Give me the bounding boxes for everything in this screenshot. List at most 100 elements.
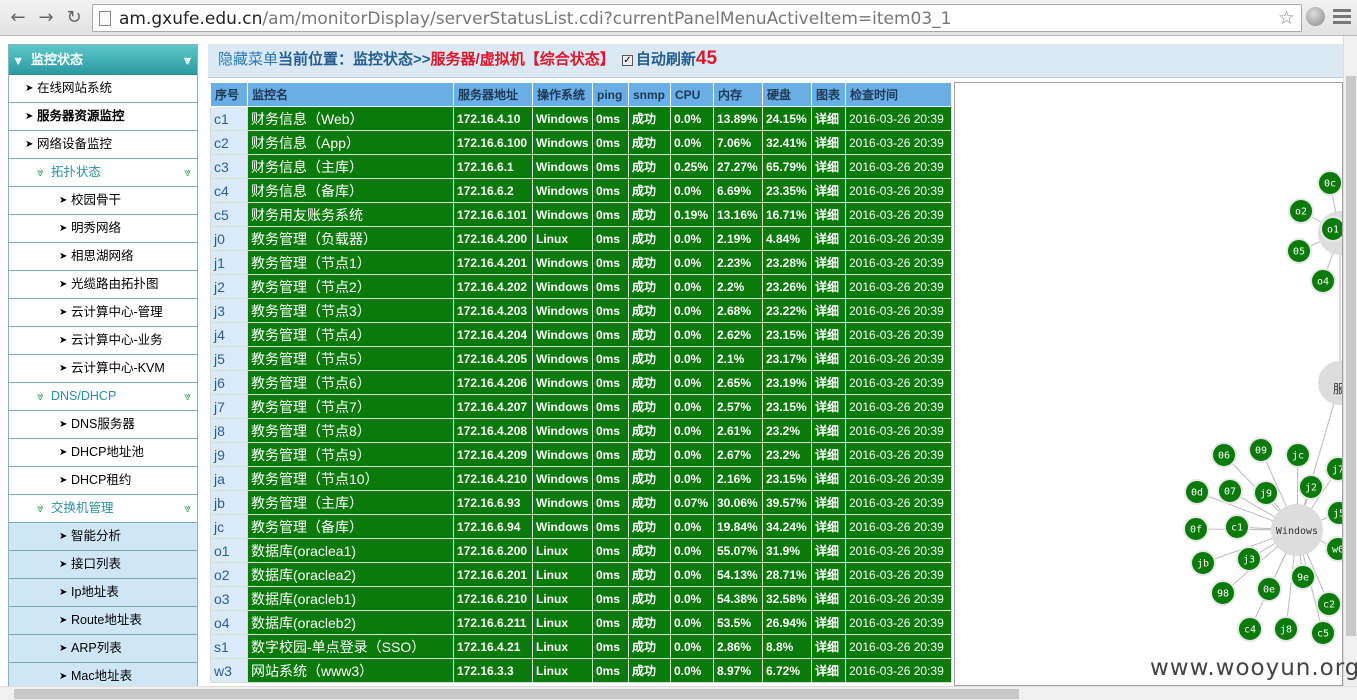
topology-node[interactable]: o2 <box>1288 198 1314 224</box>
topology-node[interactable]: j7 <box>1325 456 1343 482</box>
topology-node[interactable]: 05 <box>1286 238 1312 264</box>
address-bar[interactable]: am.gxufe.edu.cn/am/monitorDisplay/server… <box>92 4 1302 32</box>
sidebar-item[interactable]: ➤ 光缆路由拓扑图 <box>9 271 197 299</box>
vertical-scroll-thumb[interactable] <box>1346 76 1356 636</box>
topology-node[interactable]: j5 <box>1326 500 1343 526</box>
detail-link[interactable]: 详细 <box>811 298 846 323</box>
detail-link[interactable]: 详细 <box>811 106 846 131</box>
table-row[interactable]: c2 财务信息（App） 172.16.6.100 Windows 0ms 成功 0.0% 7… <box>210 130 952 155</box>
topology-node[interactable]: j3 <box>1236 546 1262 572</box>
table-row[interactable]: c4 财务信息（备库） 172.16.6.2 Windows 0ms 成功 0.0% 6.69… <box>210 178 952 203</box>
sidebar-item[interactable]: ➤ 云计算中心-业务 <box>9 327 197 355</box>
table-row[interactable]: jb 教务管理（主库） 172.16.6.93 Windows 0ms 成功 0.07% 30… <box>210 490 952 515</box>
topology-node[interactable]: c2 <box>1316 591 1342 617</box>
sidebar-item[interactable]: ➤ ARP列表 <box>9 635 197 663</box>
topology-node[interactable]: 0e <box>1256 576 1282 602</box>
sidebar-item[interactable]: ➤ DHCP地址池 <box>9 439 197 467</box>
url-text[interactable]: am.gxufe.edu.cn/am/monitorDisplay/server… <box>119 9 951 29</box>
sidebar-item[interactable]: ➤ DNS服务器 <box>9 411 197 439</box>
sidebar-group[interactable]: ⩔ DNS/DHCP ⩔ <box>9 383 197 411</box>
table-row[interactable]: c5 财务用友账务系统 172.16.6.101 Windows 0ms 成功 0.19% 1… <box>210 202 952 227</box>
topology-node[interactable]: j9 <box>1253 480 1279 506</box>
double-chevron-down-icon[interactable]: ⩔ <box>184 495 191 522</box>
forward-icon[interactable]: → <box>34 6 58 30</box>
table-row[interactable]: j7 教务管理（节点7） 172.16.4.207 Windows 0ms 成功 0.0% 2… <box>210 394 952 419</box>
topology-node[interactable]: jb <box>1190 550 1216 576</box>
detail-link[interactable]: 详细 <box>811 322 846 347</box>
topology-node[interactable]: o4 <box>1310 268 1336 294</box>
double-chevron-down-icon[interactable]: ⩔ <box>184 159 191 186</box>
topology-panel[interactable]: 服务 Windows 0c o1 05 o4 o2 06 09 jc j7 0d 07 j9 j2 0f c1 j… <box>954 82 1343 686</box>
table-row[interactable]: j2 教务管理（节点2） 172.16.4.202 Windows 0ms 成功 0.0% 2… <box>210 274 952 299</box>
double-chevron-down-icon[interactable]: ⩔ <box>184 45 191 75</box>
detail-link[interactable]: 详细 <box>811 274 846 299</box>
topology-node[interactable]: o1 <box>1320 216 1343 242</box>
menu-icon[interactable] <box>1333 9 1351 27</box>
topology-node[interactable]: w6 <box>1325 536 1343 562</box>
sidebar-item[interactable]: ➤ 明秀网络 <box>9 215 197 243</box>
detail-link[interactable]: 详细 <box>811 226 846 251</box>
table-row[interactable]: j1 教务管理（节点1） 172.16.4.201 Windows 0ms 成功 0.0% 2… <box>210 250 952 275</box>
table-row[interactable]: o3 数据库(oracleb1) 172.16.6.210 Linux 0ms 成功 0.0… <box>210 586 952 611</box>
sidebar-item[interactable]: ➤ 接口列表 <box>9 551 197 579</box>
table-row[interactable]: j0 教务管理（负载器） 172.16.4.200 Linux 0ms 成功 0.0% 2.1… <box>210 226 952 251</box>
detail-link[interactable]: 详细 <box>811 538 846 563</box>
table-row[interactable]: j3 教务管理（节点3） 172.16.4.203 Windows 0ms 成功 0.0% 2… <box>210 298 952 323</box>
table-row[interactable]: w3 网站系统（www3） 172.16.3.3 Linux 0ms 成功 0.0% 8.97… <box>210 658 952 683</box>
topology-node[interactable]: c4 <box>1237 616 1263 642</box>
table-row[interactable]: c1 财务信息（Web） 172.16.4.10 Windows 0ms 成功 0.0% 13… <box>210 106 952 131</box>
detail-link[interactable]: 详细 <box>811 130 846 155</box>
detail-link[interactable]: 详细 <box>811 442 846 467</box>
topology-node[interactable]: 07 <box>1217 478 1243 504</box>
detail-link[interactable]: 详细 <box>811 562 846 587</box>
table-row[interactable]: j9 教务管理（节点9） 172.16.4.209 Windows 0ms 成功 0.0% 2… <box>210 442 952 467</box>
sidebar-item[interactable]: ➤ 相思湖网络 <box>9 243 197 271</box>
detail-link[interactable]: 详细 <box>811 586 846 611</box>
topology-node[interactable]: jc <box>1285 442 1311 468</box>
sidebar-header[interactable]: ⩔ 监控状态 ⩔ <box>9 45 197 75</box>
detail-link[interactable]: 详细 <box>811 466 846 491</box>
topology-node[interactable]: 0f <box>1183 516 1209 542</box>
topology-node[interactable]: c1 <box>1224 514 1250 540</box>
topology-node[interactable]: 9e <box>1290 564 1316 590</box>
topology-node[interactable]: j2 <box>1298 474 1324 500</box>
sidebar-group[interactable]: ⩔ 交换机管理 ⩔ <box>9 495 197 523</box>
vertical-scrollbar[interactable] <box>1343 36 1357 686</box>
sidebar-item[interactable]: ➤ 云计算中心-管理 <box>9 299 197 327</box>
hide-menu-link[interactable]: 隐藏菜单 <box>218 51 278 68</box>
sidebar-item[interactable]: ➤ Ip地址表 <box>9 579 197 607</box>
topology-node[interactable]: 0c <box>1317 170 1342 196</box>
sidebar-item[interactable]: ➤ DHCP租约 <box>9 467 197 495</box>
detail-link[interactable]: 详细 <box>811 202 846 227</box>
sidebar-item[interactable]: ➤ 服务器资源监控 <box>9 103 197 131</box>
topology-node[interactable]: 06 <box>1211 442 1237 468</box>
detail-link[interactable]: 详细 <box>811 250 846 275</box>
sidebar-item[interactable]: ➤ Route地址表 <box>9 607 197 635</box>
topology-node[interactable]: 98 <box>1210 580 1236 606</box>
sidebar-item[interactable]: ➤ 网络设备监控 <box>9 131 197 159</box>
back-icon[interactable]: ← <box>6 6 30 30</box>
detail-link[interactable]: 详细 <box>811 154 846 179</box>
table-row[interactable]: j5 教务管理（节点5） 172.16.4.205 Windows 0ms 成功 0.0% 2… <box>210 346 952 371</box>
topology-node[interactable]: 0d <box>1184 479 1210 505</box>
table-row[interactable]: s1 数字校园-单点登录（SSO） 172.16.4.21 Linux 0ms 成功 0.0… <box>210 634 952 659</box>
topology-graph[interactable]: 服务 Windows 0c o1 05 o4 o2 06 09 jc j7 0d 07 j9 j2 0f c1 j… <box>955 83 1343 686</box>
reload-icon[interactable]: ↻ <box>62 6 86 30</box>
topology-node[interactable]: c5 <box>1310 620 1336 646</box>
detail-link[interactable]: 详细 <box>811 610 846 635</box>
detail-link[interactable]: 详细 <box>811 346 846 371</box>
detail-link[interactable]: 详细 <box>811 418 846 443</box>
sidebar-item[interactable]: ➤ 云计算中心-KVM <box>9 355 197 383</box>
detail-link[interactable]: 详细 <box>811 178 846 203</box>
table-row[interactable]: o1 数据库(oraclea1) 172.16.6.200 Linux 0ms 成功 0.0… <box>210 538 952 563</box>
table-row[interactable]: ja 教务管理（节点10） 172.16.4.210 Windows 0ms 成功 0.0%… <box>210 466 952 491</box>
table-row[interactable]: c3 财务信息（主库） 172.16.6.1 Windows 0ms 成功 0.25% 27.… <box>210 154 952 179</box>
auto-refresh-checkbox[interactable]: ✓ <box>621 55 633 66</box>
sidebar-item[interactable]: ➤ 校园骨干 <box>9 187 197 215</box>
detail-link[interactable]: 详细 <box>811 490 846 515</box>
detail-link[interactable]: 详细 <box>811 658 846 683</box>
bookmark-star-icon[interactable]: ☆ <box>1278 7 1295 29</box>
sidebar-item[interactable]: ➤ 在线网站系统 <box>9 75 197 103</box>
detail-link[interactable]: 详细 <box>811 514 846 539</box>
detail-link[interactable]: 详细 <box>811 394 846 419</box>
